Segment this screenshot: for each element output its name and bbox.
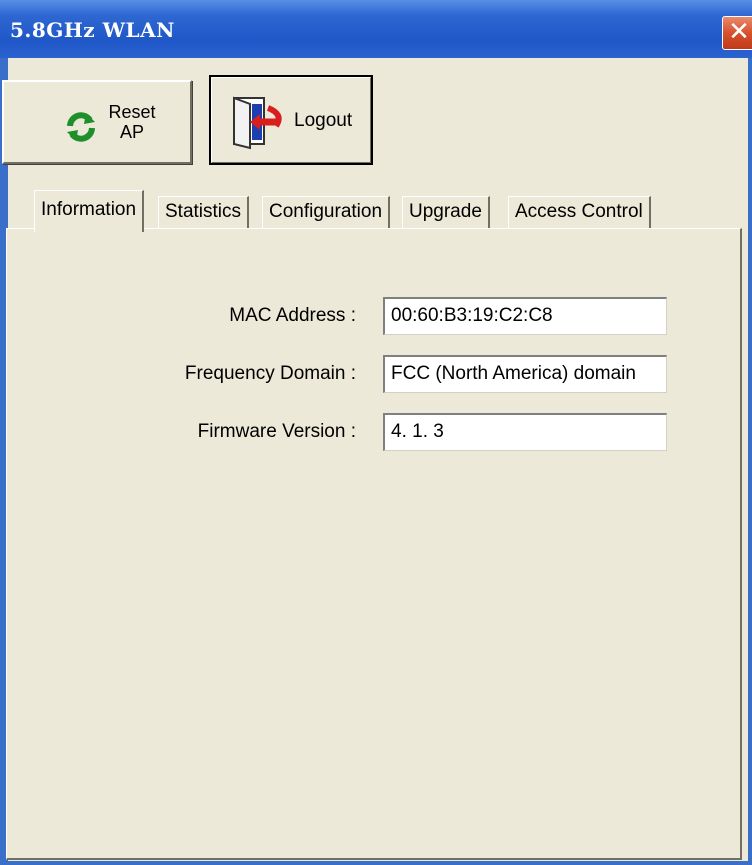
tab-configuration[interactable]: Configuration <box>262 196 391 230</box>
tab-upgrade[interactable]: Upgrade <box>402 196 490 230</box>
information-panel: MAC Address : 00:60:B3:19:C2:C8 Frequenc… <box>6 228 742 860</box>
mac-address-label: MAC Address : <box>229 305 356 326</box>
reset-ap-button[interactable]: Reset AP <box>2 80 192 164</box>
firmware-version-label: Firmware Version : <box>197 421 356 442</box>
tab-access-control[interactable]: Access Control <box>508 196 651 230</box>
logout-label: Logout <box>294 110 353 131</box>
door-exit-icon <box>233 96 282 150</box>
close-button[interactable]: ✕ <box>722 16 752 50</box>
refresh-icon <box>67 112 95 142</box>
frequency-domain-label: Frequency Domain : <box>184 363 356 384</box>
close-icon: ✕ <box>728 17 750 47</box>
frequency-domain-field[interactable]: FCC (North America) domain <box>383 355 667 393</box>
app-window: 5.8GHz WLAN ✕ Reset AP Logout Informatio… <box>0 0 752 865</box>
window-title: 5.8GHz WLAN <box>10 18 175 42</box>
title-bar[interactable]: 5.8GHz WLAN ✕ <box>0 0 752 58</box>
tab-information[interactable]: Information <box>34 190 145 232</box>
tab-statistics[interactable]: Statistics <box>158 196 250 230</box>
mac-address-field[interactable]: 00:60:B3:19:C2:C8 <box>383 297 667 335</box>
reset-label-line1: Reset <box>108 102 156 122</box>
reset-ap-label: Reset AP <box>102 102 162 142</box>
firmware-version-field[interactable]: 4. 1. 3 <box>383 413 667 451</box>
logout-button[interactable]: Logout <box>209 75 373 165</box>
reset-label-line2: AP <box>119 122 144 142</box>
